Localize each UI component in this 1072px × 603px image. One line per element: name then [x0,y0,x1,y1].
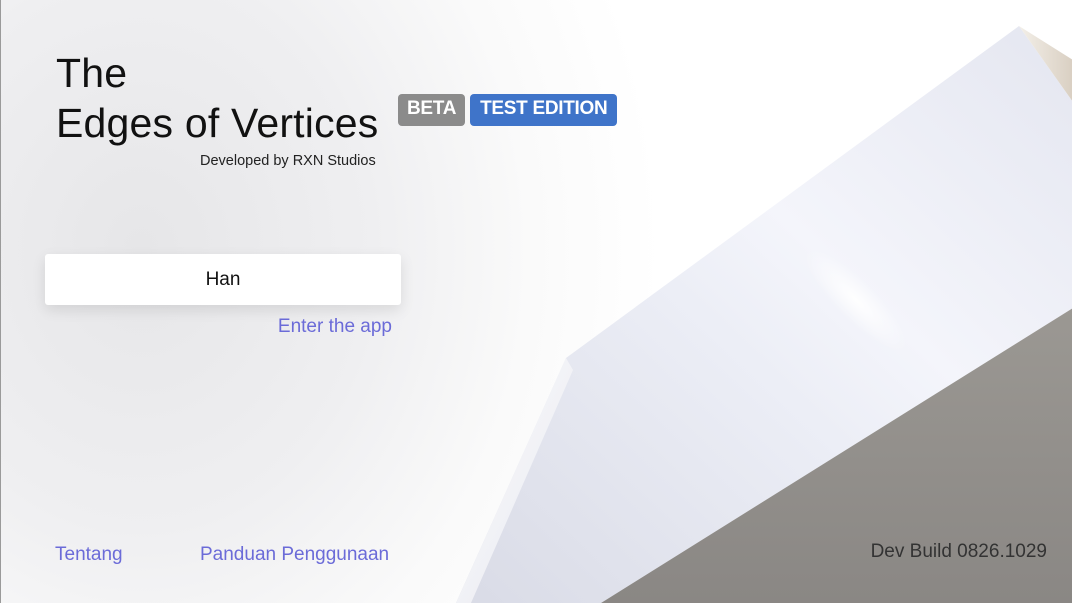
developer-credit: Developed by RXN Studios [200,153,376,169]
build-version: Dev Build 0826.1029 [870,541,1047,562]
name-input[interactable] [45,254,401,305]
title-line-1: The [56,50,128,96]
user-guide-link[interactable]: Panduan Penggunaan [200,544,389,566]
app-title: The Edges of Vertices [56,48,378,148]
launcher-screen: The Edges of Vertices BETA TEST EDITION … [0,0,1072,603]
title-line-2: Edges of Vertices [56,100,379,146]
about-link[interactable]: Tentang [55,544,123,566]
edition-badges: BETA TEST EDITION [398,94,618,126]
beta-badge: BETA [398,94,466,126]
test-edition-badge: TEST EDITION [470,94,618,126]
enter-app-link[interactable]: Enter the app [278,316,392,338]
